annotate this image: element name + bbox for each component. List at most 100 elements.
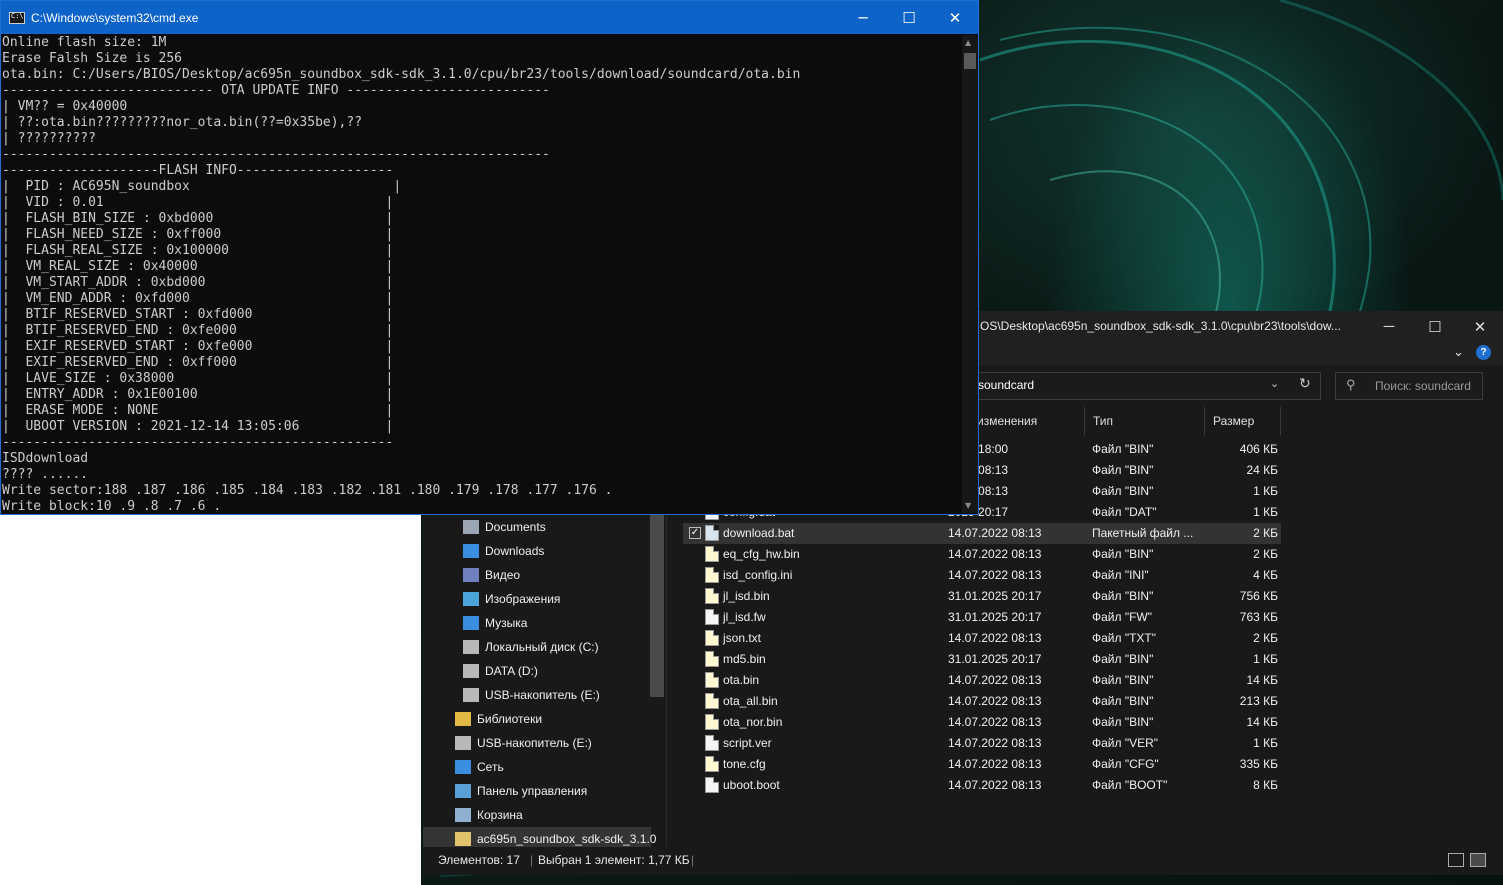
selection-info: Выбран 1 элемент: 1,77 КБ [538, 853, 690, 867]
maximize-button[interactable]: ☐ [886, 1, 932, 34]
nav-item[interactable]: Видео [423, 563, 651, 587]
file-date: 14.07.2022 08:13 [948, 778, 1042, 792]
nav-item-label: Documents [485, 520, 546, 534]
file-name: jl_isd.bin [723, 589, 770, 603]
file-type: Файл "BIN" [1092, 589, 1154, 603]
scroll-down-icon[interactable]: ▼ [965, 501, 971, 510]
expand-ribbon-icon[interactable]: ⌄ [1453, 344, 1464, 360]
file-date: 31.01.2025 20:17 [948, 652, 1042, 666]
music-icon [463, 616, 479, 630]
file-row[interactable]: script.ver 14.07.2022 08:13 Файл "VER" 1 КБ [683, 733, 1281, 754]
nav-item[interactable]: Библиотеки [423, 707, 651, 731]
console-line: ???? ...... [2, 467, 89, 482]
checkbox-icon[interactable]: ✓ [689, 527, 701, 539]
console-scrollbar-thumb[interactable] [964, 53, 976, 69]
file-size: 4 КБ [1253, 568, 1278, 582]
file-type: Файл "CFG" [1092, 757, 1159, 771]
nav-item[interactable]: Панель управления [423, 779, 651, 803]
cmd-title: C:\Windows\system32\cmd.exe [31, 11, 199, 25]
console-line: ----------------------------------------… [2, 147, 550, 162]
console-line: | EXIF_RESERVED_END : 0xff000 | [2, 355, 394, 370]
recycle-bin-icon [455, 808, 471, 822]
file-icon [705, 588, 719, 604]
console-icon [9, 12, 25, 24]
file-row[interactable]: ota_all.bin 14.07.2022 08:13 Файл "BIN" 213… [683, 691, 1281, 712]
cmd-title-bar[interactable]: C:\Windows\system32\cmd.exe ─ ☐ ✕ [1, 1, 978, 34]
column-type[interactable]: Тип [1085, 407, 1205, 435]
close-button[interactable]: ✕ [932, 1, 978, 34]
file-name: tone.cfg [723, 757, 766, 771]
folder-icon [455, 832, 471, 846]
console-line: --------------------FLASH INFO----------… [2, 163, 394, 178]
file-row[interactable]: tone.cfg 14.07.2022 08:13 Файл "CFG" 335 КБ [683, 754, 1281, 775]
console-line: | FLASH_REAL_SIZE : 0x100000 | [2, 243, 394, 258]
address-text[interactable]: soundcard [978, 378, 1034, 392]
file-icon [705, 693, 719, 709]
file-row[interactable]: eq_cfg_hw.bin 14.07.2022 08:13 Файл "BIN" 2… [683, 544, 1281, 565]
file-row[interactable]: json.txt 14.07.2022 08:13 Файл "TXT" 2 КБ [683, 628, 1281, 649]
file-date: 14.07.2022 08:13 [948, 526, 1042, 540]
console-line: | VM_REAL_SIZE : 0x40000 | [2, 259, 394, 274]
nav-item-label: Downloads [485, 544, 545, 558]
console-line: | VID : 0.01 | [2, 195, 394, 210]
nav-item[interactable]: Сеть [423, 755, 651, 779]
network-icon [455, 760, 471, 774]
console-line: ota.bin: C:/Users/BIOS/Desktop/ac695n_so… [2, 67, 801, 82]
nav-item[interactable]: Изображения [423, 587, 651, 611]
console-line: ISDdownload [2, 451, 89, 466]
item-count: Элементов: 17 [438, 853, 520, 867]
refresh-icon[interactable]: ↻ [1299, 375, 1311, 392]
file-name: ota_all.bin [723, 694, 778, 708]
file-row[interactable]: isd_config.ini 14.07.2022 08:13 Файл "INI"… [683, 565, 1281, 586]
nav-item[interactable]: USB-накопитель (E:) [423, 731, 651, 755]
console-line-last: Write block:10 .9 .8 .7 .6 . [2, 499, 963, 513]
column-size[interactable]: Размер [1205, 407, 1281, 435]
file-size: 1 КБ [1253, 505, 1278, 519]
nav-item[interactable]: DATA (D:) [423, 659, 651, 683]
address-dropdown-icon[interactable]: ⌄ [1270, 377, 1279, 390]
close-button[interactable]: ✕ [1457, 311, 1503, 342]
file-icon [705, 546, 719, 562]
file-type: Пакетный файл ... [1092, 526, 1194, 540]
console-scrollbar[interactable] [962, 35, 978, 513]
nav-item[interactable]: Downloads [423, 539, 651, 563]
pane-divider[interactable] [666, 511, 667, 846]
column-date[interactable]: изменения [969, 407, 1085, 435]
file-icon [705, 756, 719, 772]
minimize-button[interactable]: ─ [840, 1, 886, 34]
status-bar: Элементов: 17 | Выбран 1 элемент: 1,77 К… [423, 847, 1503, 875]
nav-item[interactable]: Documents [423, 515, 651, 539]
file-size: 2 КБ [1253, 547, 1278, 561]
console-line: ----------------------------------------… [2, 435, 394, 450]
tiles-view-icon[interactable] [1470, 853, 1486, 867]
file-row[interactable]: ota_nor.bin 14.07.2022 08:13 Файл "BIN" 14 … [683, 712, 1281, 733]
nav-item[interactable]: Локальный диск (C:) [423, 635, 651, 659]
pictures-icon [463, 592, 479, 606]
nav-item[interactable]: USB-накопитель (E:) [423, 683, 651, 707]
file-row[interactable]: ota.bin 14.07.2022 08:13 Файл "BIN" 14 КБ [683, 670, 1281, 691]
file-type: Файл "FW" [1092, 610, 1153, 624]
scroll-up-icon[interactable]: ▲ [965, 38, 971, 47]
file-row[interactable]: jl_isd.bin 31.01.2025 20:17 Файл "BIN" 756 … [683, 586, 1281, 607]
file-icon [705, 714, 719, 730]
nav-scrollbar-thumb[interactable] [650, 511, 664, 697]
help-icon[interactable]: ? [1476, 345, 1491, 360]
search-input[interactable]: Поиск: soundcard [1375, 379, 1471, 393]
file-row[interactable]: md5.bin 31.01.2025 20:17 Файл "BIN" 1 КБ [683, 649, 1281, 670]
file-date: 31.01.2025 20:17 [948, 610, 1042, 624]
nav-item[interactable]: Корзина [423, 803, 651, 827]
file-icon [705, 651, 719, 667]
file-row[interactable]: uboot.boot 14.07.2022 08:13 Файл "BOOT" 8 К… [683, 775, 1281, 796]
file-date: 14.07.2022 08:13 [948, 736, 1042, 750]
status-separator: | [530, 853, 534, 867]
file-row[interactable]: ✓ download.bat 14.07.2022 08:13 Пакетный фа… [683, 523, 1281, 544]
nav-item[interactable]: Музыка [423, 611, 651, 635]
console-output[interactable]: Online flash size: 1M Erase Falsh Size is… [1, 35, 963, 513]
maximize-button[interactable]: ☐ [1412, 311, 1458, 342]
file-icon [705, 630, 719, 646]
file-icon [705, 777, 719, 793]
details-view-icon[interactable] [1448, 853, 1464, 867]
file-name: isd_config.ini [723, 568, 793, 582]
file-row[interactable]: jl_isd.fw 31.01.2025 20:17 Файл "FW" 763 КБ [683, 607, 1281, 628]
minimize-button[interactable]: ─ [1366, 311, 1412, 342]
